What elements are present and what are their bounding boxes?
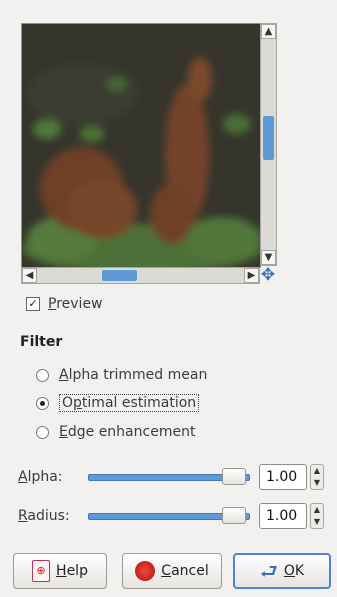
scroll-right-arrow-icon[interactable]: ▶ — [244, 268, 259, 283]
radio-edge-enhancement[interactable]: Edge enhancement — [36, 421, 195, 443]
radio-button[interactable] — [36, 425, 49, 439]
cancel-icon — [135, 561, 156, 581]
ok-button[interactable]: ⮐ OK — [233, 553, 331, 589]
alpha-spin-buttons[interactable]: ▲ ▼ — [310, 464, 324, 490]
spin-up-icon[interactable]: ▲ — [311, 465, 323, 477]
radio-optimal-estimation[interactable]: Optimal estimation — [36, 392, 200, 414]
filter-section-title: Filter — [20, 334, 63, 350]
navigate-icon[interactable]: ✥ — [259, 266, 277, 284]
help-icon: ⊕ — [32, 560, 51, 582]
help-button[interactable]: ⊕ Help — [13, 553, 107, 589]
vertical-scroll-thumb[interactable] — [263, 116, 274, 160]
cancel-button-label: Cancel — [161, 563, 209, 579]
preview-checkbox[interactable]: ✓ — [26, 297, 40, 311]
radio-label: Optimal estimation — [59, 394, 200, 412]
horizontal-scroll-thumb[interactable] — [102, 270, 137, 281]
radio-label: Alpha trimmed mean — [59, 367, 208, 383]
scroll-down-arrow-icon[interactable]: ▼ — [261, 250, 276, 265]
preview-image[interactable] — [21, 23, 261, 268]
radio-button-selected[interactable] — [36, 396, 49, 410]
help-button-label: Help — [56, 563, 88, 579]
radius-value-input[interactable]: 1.00 — [259, 503, 307, 529]
radius-spin-buttons[interactable]: ▲ ▼ — [310, 503, 324, 529]
ok-return-arrow-icon: ⮐ — [259, 559, 278, 583]
horizontal-scrollbar[interactable]: ◀ ▶ — [21, 267, 260, 284]
alpha-value-input[interactable]: 1.00 — [259, 464, 307, 490]
ok-button-label: OK — [283, 563, 305, 579]
radius-slider-handle[interactable] — [222, 507, 246, 524]
radius-label: Radius: — [18, 508, 70, 524]
radio-button[interactable] — [36, 368, 49, 382]
cancel-button[interactable]: Cancel — [122, 553, 222, 589]
preview-checkbox-row[interactable]: ✓ Preview — [26, 294, 103, 314]
radio-label: Edge enhancement — [59, 424, 196, 440]
scroll-up-arrow-icon[interactable]: ▲ — [261, 24, 276, 39]
vertical-scrollbar[interactable]: ▲ ▼ — [260, 23, 277, 266]
alpha-label: Alpha: — [18, 469, 63, 485]
radio-alpha-trimmed-mean[interactable]: Alpha trimmed mean — [36, 364, 207, 386]
spin-down-icon[interactable]: ▼ — [311, 516, 323, 528]
scroll-left-arrow-icon[interactable]: ◀ — [22, 268, 37, 283]
preview-label: Preview — [48, 296, 103, 312]
alpha-slider-handle[interactable] — [222, 468, 246, 485]
spin-up-icon[interactable]: ▲ — [311, 504, 323, 516]
spin-down-icon[interactable]: ▼ — [311, 477, 323, 489]
